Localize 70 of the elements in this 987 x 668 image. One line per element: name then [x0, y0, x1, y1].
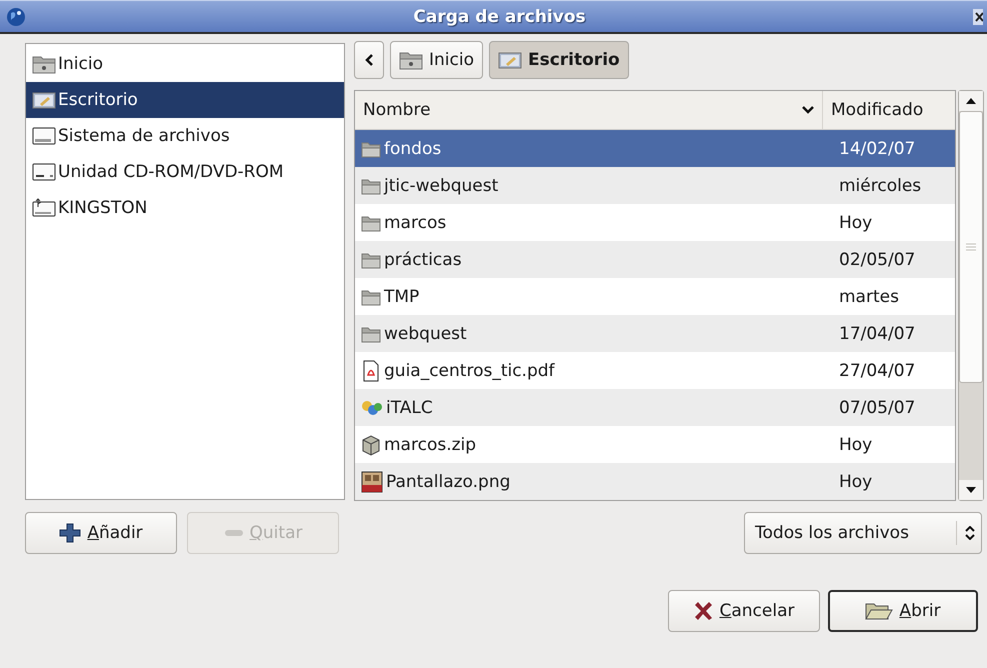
modified-date: martes	[838, 286, 900, 306]
package-icon	[361, 434, 381, 456]
file-row[interactable]: webquest 17/04/07	[355, 315, 955, 352]
dialog-button[interactable]: Abrir	[828, 590, 978, 632]
place-item[interactable]: Sistema de archivos	[26, 118, 344, 154]
cross-icon	[693, 601, 714, 621]
place-item[interactable]: Inicio	[26, 46, 344, 82]
grip-icon	[966, 243, 976, 251]
back-button[interactable]	[354, 41, 384, 79]
file-row[interactable]: fondos 14/02/07	[355, 130, 955, 167]
modified-date: 02/05/07	[838, 250, 916, 270]
home-folder-icon	[399, 50, 423, 70]
file-name: prácticas	[384, 250, 462, 270]
desktop-icon	[32, 90, 56, 110]
file-name: marcos	[384, 212, 446, 232]
modified-date: Hoy	[838, 472, 874, 492]
close-icon[interactable]	[973, 6, 983, 26]
column-header[interactable]: Nombre	[355, 91, 823, 129]
path-button[interactable]: Escritorio	[488, 41, 629, 79]
scroll-thumb[interactable]	[959, 111, 983, 383]
home-folder-icon	[32, 54, 56, 74]
file-name: iTALC	[386, 398, 433, 418]
folder-icon	[361, 140, 381, 158]
file-row[interactable]: iTALC 07/05/07	[355, 389, 955, 426]
folder-icon	[361, 176, 381, 194]
file-row[interactable]: jtic-webquest miércoles	[355, 167, 955, 204]
folder-icon	[361, 250, 381, 268]
file-name: jtic-webquest	[384, 176, 498, 196]
chevron-left-icon	[365, 54, 373, 66]
file-name: webquest	[384, 324, 467, 344]
window-title: Carga de archivos	[412, 6, 587, 26]
file-name: fondos	[384, 138, 442, 158]
plus-icon	[59, 523, 82, 543]
scroll-up-icon[interactable]	[966, 98, 976, 104]
path-button[interactable]: Inicio	[390, 41, 483, 79]
drive-icon	[32, 126, 56, 146]
place-item[interactable]: Unidad CD-ROM/DVD-ROM	[26, 154, 344, 190]
modified-date: miércoles	[838, 176, 922, 196]
scroll-down-icon[interactable]	[966, 487, 976, 493]
modified-date: Hoy	[838, 434, 874, 454]
modified-date: 07/05/07	[838, 398, 916, 418]
modified-date: 14/02/07	[838, 138, 916, 158]
place-button[interactable]: Añadir	[25, 512, 177, 554]
minus-icon	[224, 529, 244, 537]
usb-drive-icon	[32, 198, 56, 218]
cd-drive-icon	[32, 162, 56, 182]
folder-icon	[865, 601, 894, 621]
image-file-icon	[361, 470, 383, 492]
modified-date: 17/04/07	[838, 324, 916, 344]
file-name: Pantallazo.png	[386, 472, 510, 492]
desktop-icon	[498, 50, 522, 70]
modified-date: Hoy	[838, 212, 874, 232]
up-down-icon	[965, 526, 975, 540]
pdf-file-icon	[361, 360, 381, 382]
globe-icon	[6, 6, 26, 26]
folder-icon	[361, 324, 381, 342]
file-name: guia_centros_tic.pdf	[384, 360, 555, 380]
file-type-dropdown[interactable]: Todos los archivos	[744, 512, 982, 554]
modified-date: 27/04/07	[838, 360, 916, 380]
place-item[interactable]: KINGSTON	[26, 190, 344, 226]
file-name: marcos.zip	[384, 434, 476, 454]
folder-icon	[361, 288, 381, 306]
place-item[interactable]: Escritorio	[26, 82, 344, 118]
scrollbar[interactable]	[958, 90, 984, 501]
file-row[interactable]: prácticas 02/05/07	[355, 241, 955, 278]
column-header[interactable]: Modificado	[823, 91, 955, 129]
folder-icon	[361, 214, 381, 232]
file-name: TMP	[384, 286, 420, 306]
file-row[interactable]: Pantallazo.png Hoy	[355, 463, 955, 500]
dialog-button[interactable]: Cancelar	[668, 590, 820, 632]
